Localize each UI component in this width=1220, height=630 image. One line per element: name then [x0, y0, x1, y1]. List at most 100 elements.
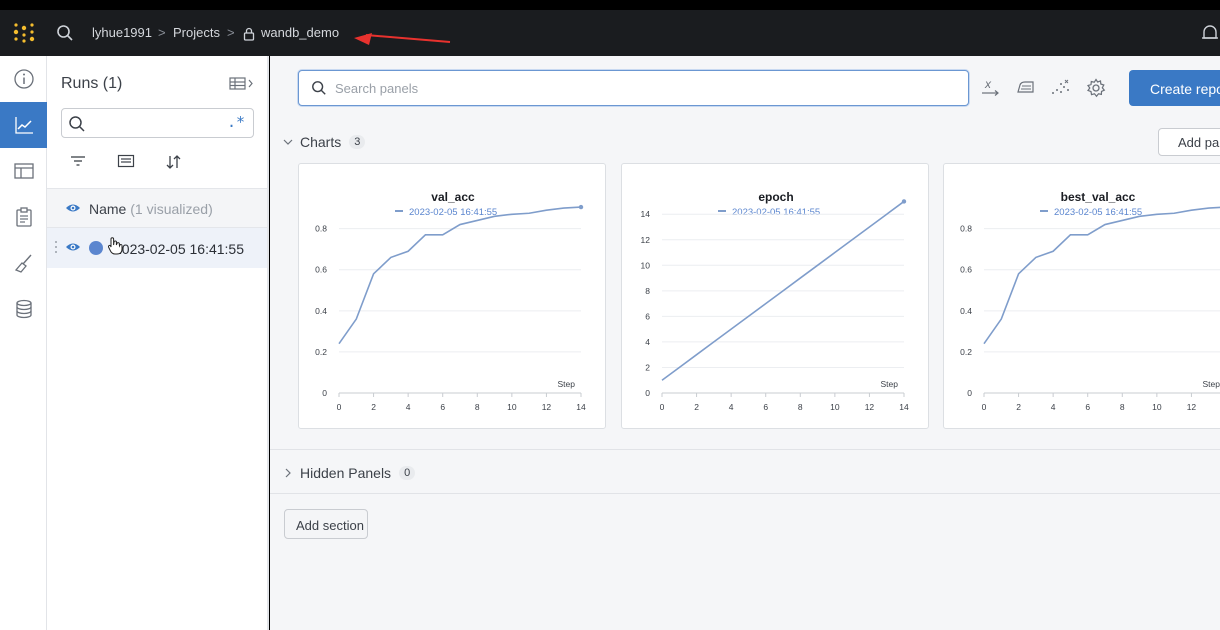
x-tick-label: 10: [830, 402, 840, 412]
search-icon[interactable]: [56, 24, 74, 42]
y-tick-label: 2: [645, 362, 650, 372]
outliers-icon[interactable]: [1050, 78, 1072, 96]
group-icon[interactable]: [117, 154, 135, 168]
x-tick-label: 6: [1085, 402, 1090, 412]
x-tick-label: 4: [729, 402, 734, 412]
broom-icon: [14, 254, 32, 273]
section-divider: [270, 449, 1220, 450]
y-tick-label: 0.6: [315, 265, 327, 275]
filter-icon[interactable]: [69, 154, 87, 168]
legend-label: 2023-02-05 16:41:55: [1054, 207, 1142, 218]
workspace-main: x Create report Charts 3 Add panel val_a…: [270, 56, 1220, 630]
x-tick-label: 2: [371, 402, 376, 412]
rail-item-artifacts[interactable]: [0, 286, 47, 332]
x-axis-label: Step: [1203, 379, 1220, 389]
series-line: [983, 206, 1220, 345]
hand-cursor-icon: [107, 237, 123, 255]
y-tick-label: 0: [645, 388, 650, 398]
lock-icon: [243, 27, 255, 41]
expand-runs-table-icon[interactable]: [229, 76, 255, 92]
breadcrumb-user[interactable]: lyhue1991: [92, 25, 152, 40]
x-tick-label: 2: [694, 402, 699, 412]
rail-item-sweeps[interactable]: [0, 240, 47, 286]
breadcrumb-project-wandb-demo[interactable]: wandb_demo: [261, 25, 339, 40]
table-icon: [13, 163, 34, 179]
bell-icon[interactable]: [1200, 23, 1220, 43]
y-tick-label: 6: [645, 311, 650, 321]
run-row[interactable]: 2023-02-05 16:41:55: [47, 228, 267, 268]
panel-search-input[interactable]: [335, 79, 935, 97]
y-tick-label: 8: [645, 286, 650, 296]
create-report-button[interactable]: Create report: [1129, 70, 1220, 106]
y-tick-label: 0.2: [960, 347, 972, 357]
y-tick-label: 0.6: [960, 265, 972, 275]
left-icon-rail: [0, 56, 47, 630]
x-tick-label: 8: [1120, 402, 1125, 412]
legend-label: 2023-02-05 16:41:55: [732, 207, 820, 218]
charts-section-toggle[interactable]: Charts 3: [282, 134, 366, 150]
annotation-arrow-icon: [354, 33, 451, 45]
smoothing-iron-icon[interactable]: [1016, 78, 1036, 96]
chart-panel-val-acc[interactable]: val_acc 2023-02-05 16:41:55 0 0.2 0.4 0.6 0.8 0…: [298, 163, 606, 429]
legend-label: 2023-02-05 16:41:55: [409, 207, 497, 218]
best-val-acc-chart: best_val_acc 2023-02-05 16:41:55 0 0.2 0.4 0.…: [960, 190, 1220, 412]
breadcrumb-separator: >: [227, 25, 235, 40]
y-tick-label: 0.8: [315, 224, 327, 234]
x-axis-settings-icon[interactable]: x: [980, 78, 1000, 96]
hidden-count-badge: 0: [399, 466, 416, 480]
x-axis-label: Step: [558, 379, 576, 389]
x-axis-label: Step: [881, 379, 899, 389]
series-end-point: [578, 204, 584, 210]
rail-item-reports[interactable]: [0, 194, 47, 240]
series-end-point: [901, 199, 907, 204]
rail-item-charts[interactable]: [0, 102, 47, 148]
x-tick-label: 2: [1016, 402, 1021, 412]
charts-count-badge: 3: [349, 135, 366, 149]
drag-handle-icon[interactable]: [54, 240, 58, 254]
chart-panel-epoch[interactable]: epoch 2023-02-05 16:41:55 0 2 4 6 8 10 12 14 0 2 4 6 8…: [621, 163, 929, 429]
run-name[interactable]: 2023-02-05 16:41:55: [114, 241, 244, 257]
eye-icon[interactable]: [65, 241, 81, 253]
x-tick-label: 0: [660, 402, 665, 412]
run-color-dot[interactable]: [89, 241, 103, 255]
x-tick-label: 8: [798, 402, 803, 412]
chart-panel-best-val-acc[interactable]: best_val_acc 2023-02-05 16:41:55 0 0.2 0.4 0.…: [943, 163, 1220, 429]
y-tick-label: 0: [967, 388, 972, 398]
chart-title: epoch: [758, 190, 793, 204]
regex-toggle[interactable]: .*: [227, 113, 245, 131]
x-tick-label: 4: [406, 402, 411, 412]
charts-section-title: Charts: [300, 134, 342, 150]
eye-icon[interactable]: [65, 202, 81, 214]
add-section-button[interactable]: Add section: [284, 509, 368, 539]
chart-title: best_val_acc: [1061, 190, 1136, 204]
x-tick-label: 4: [1051, 402, 1056, 412]
add-panel-button[interactable]: Add panel: [1158, 128, 1220, 156]
epoch-chart: epoch 2023-02-05 16:41:55 0 2 4 6 8 10 12 14 0 2 4 6 8…: [641, 190, 909, 412]
name-column-header: Name (1 visualized): [89, 201, 213, 217]
rail-item-overview[interactable]: [0, 56, 47, 102]
runs-search-input[interactable]: .*: [61, 108, 254, 138]
hidden-panels-section-toggle[interactable]: Hidden Panels 0: [282, 465, 416, 481]
line-chart-icon: [14, 117, 33, 134]
name-column-label: Name: [89, 201, 127, 217]
val-acc-chart: val_acc 2023-02-05 16:41:55 0 0.2 0.4 0.6 0.8 0…: [315, 190, 586, 412]
wandb-logo-icon[interactable]: [12, 22, 36, 44]
y-tick-label: 0.4: [960, 306, 972, 316]
sort-icon[interactable]: [165, 154, 183, 170]
search-icon: [312, 81, 326, 95]
visualized-count: (1 visualized): [130, 201, 213, 217]
y-tick-label: 0.4: [315, 306, 327, 316]
y-tick-label: 0.2: [315, 347, 327, 357]
y-tick-label: 14: [641, 209, 651, 219]
x-tick-label: 8: [475, 402, 480, 412]
x-tick-label: 6: [763, 402, 768, 412]
y-tick-label: 4: [645, 337, 650, 347]
x-tick-label: 0: [982, 402, 987, 412]
database-icon: [15, 299, 32, 319]
breadcrumb-projects[interactable]: Projects: [173, 25, 220, 40]
rail-item-table[interactable]: [0, 148, 47, 194]
svg-text:x: x: [984, 78, 992, 91]
x-tick-label: 6: [440, 402, 445, 412]
gear-icon[interactable]: [1086, 78, 1106, 98]
panel-search-field[interactable]: [298, 70, 969, 106]
